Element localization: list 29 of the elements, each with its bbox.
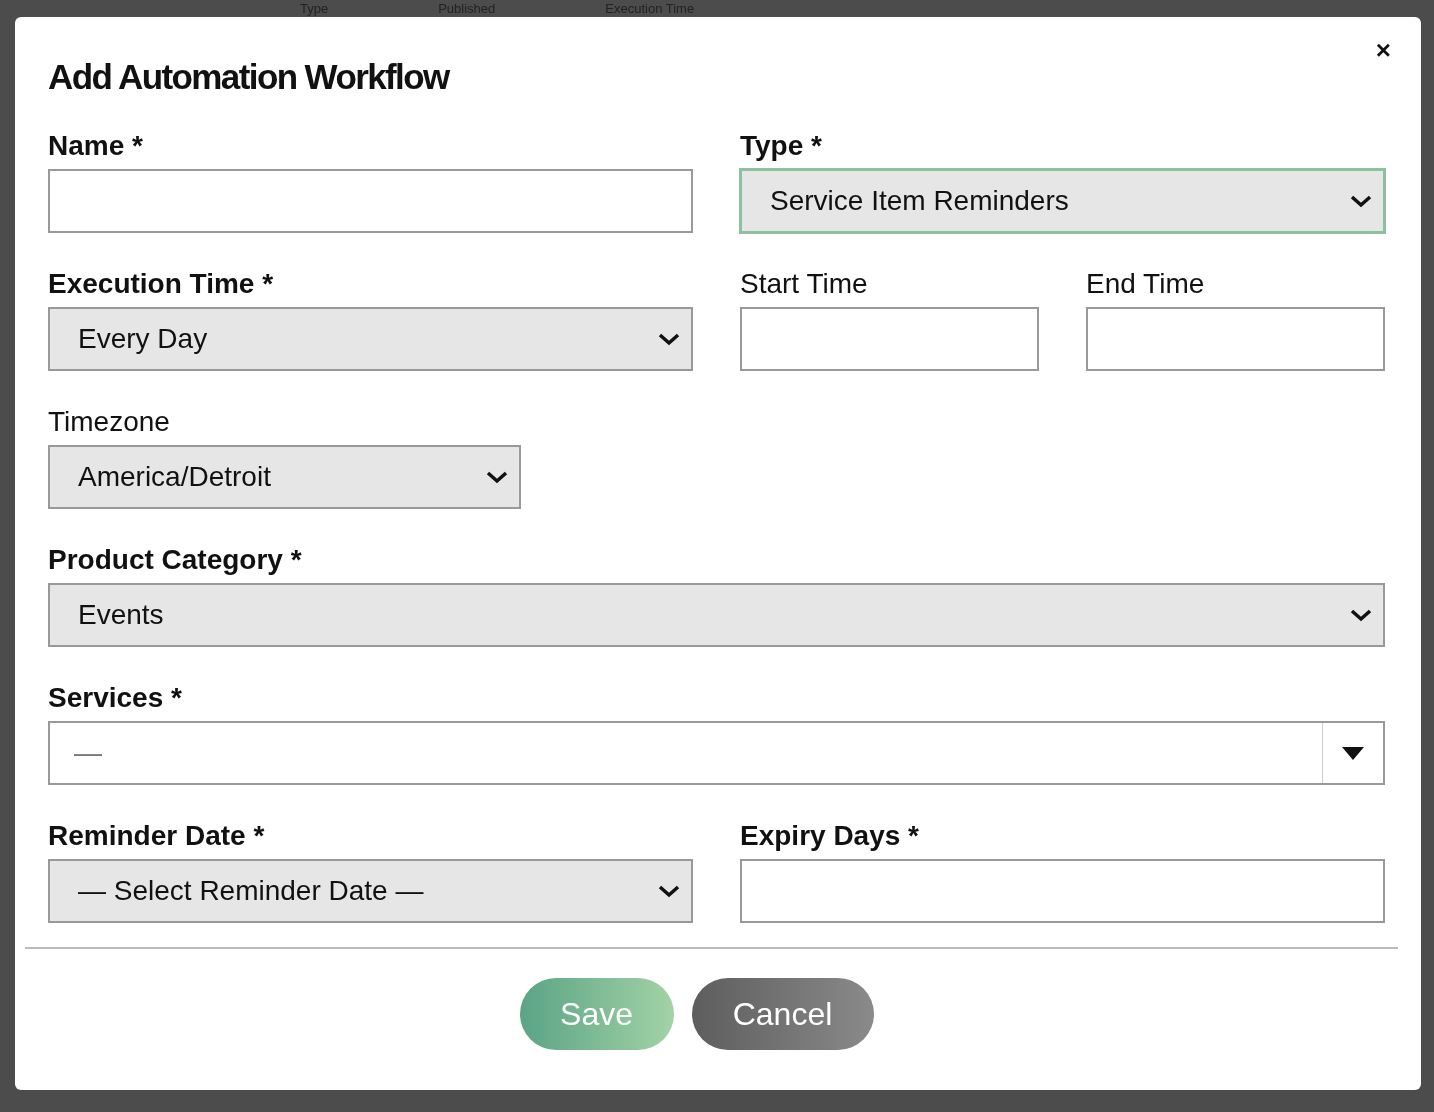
- chevron-down-icon: [1349, 193, 1373, 209]
- combo-box[interactable]: —: [48, 721, 1385, 785]
- input-field[interactable]: [48, 169, 693, 233]
- input-field[interactable]: [740, 307, 1039, 371]
- dialog-title: Add Automation Workflow: [48, 56, 451, 98]
- caret-down-icon: [1342, 746, 1364, 760]
- field-label: Expiry Days *: [740, 819, 920, 853]
- dropdown[interactable]: America/Detroit: [48, 445, 521, 509]
- field-label: Name *: [48, 129, 144, 163]
- dropdown[interactable]: — Select Reminder Date —: [48, 859, 693, 923]
- field-label: Start Time: [740, 267, 869, 301]
- input-field[interactable]: [1086, 307, 1385, 371]
- field-label: Product Category *: [48, 543, 303, 577]
- input-field[interactable]: [740, 859, 1385, 923]
- dropdown[interactable]: Events: [48, 583, 1385, 647]
- field-label: Reminder Date *: [48, 819, 266, 853]
- chevron-down-icon: [657, 883, 681, 899]
- dropdown[interactable]: Service Item Reminders: [740, 169, 1385, 233]
- field-label: Execution Time *: [48, 267, 275, 301]
- chevron-down-icon: [657, 331, 681, 347]
- close-button[interactable]: ×: [1371, 37, 1395, 63]
- dropdown[interactable]: Every Day: [48, 307, 693, 371]
- field-label: Type *: [740, 129, 823, 163]
- cancel-button[interactable]: Cancel: [691, 978, 874, 1050]
- field-label: Timezone: [48, 405, 171, 439]
- field-label: End Time: [1086, 267, 1206, 301]
- chevron-down-icon: [1349, 607, 1373, 623]
- field-label: Services *: [48, 681, 183, 715]
- chevron-down-icon: [485, 469, 509, 485]
